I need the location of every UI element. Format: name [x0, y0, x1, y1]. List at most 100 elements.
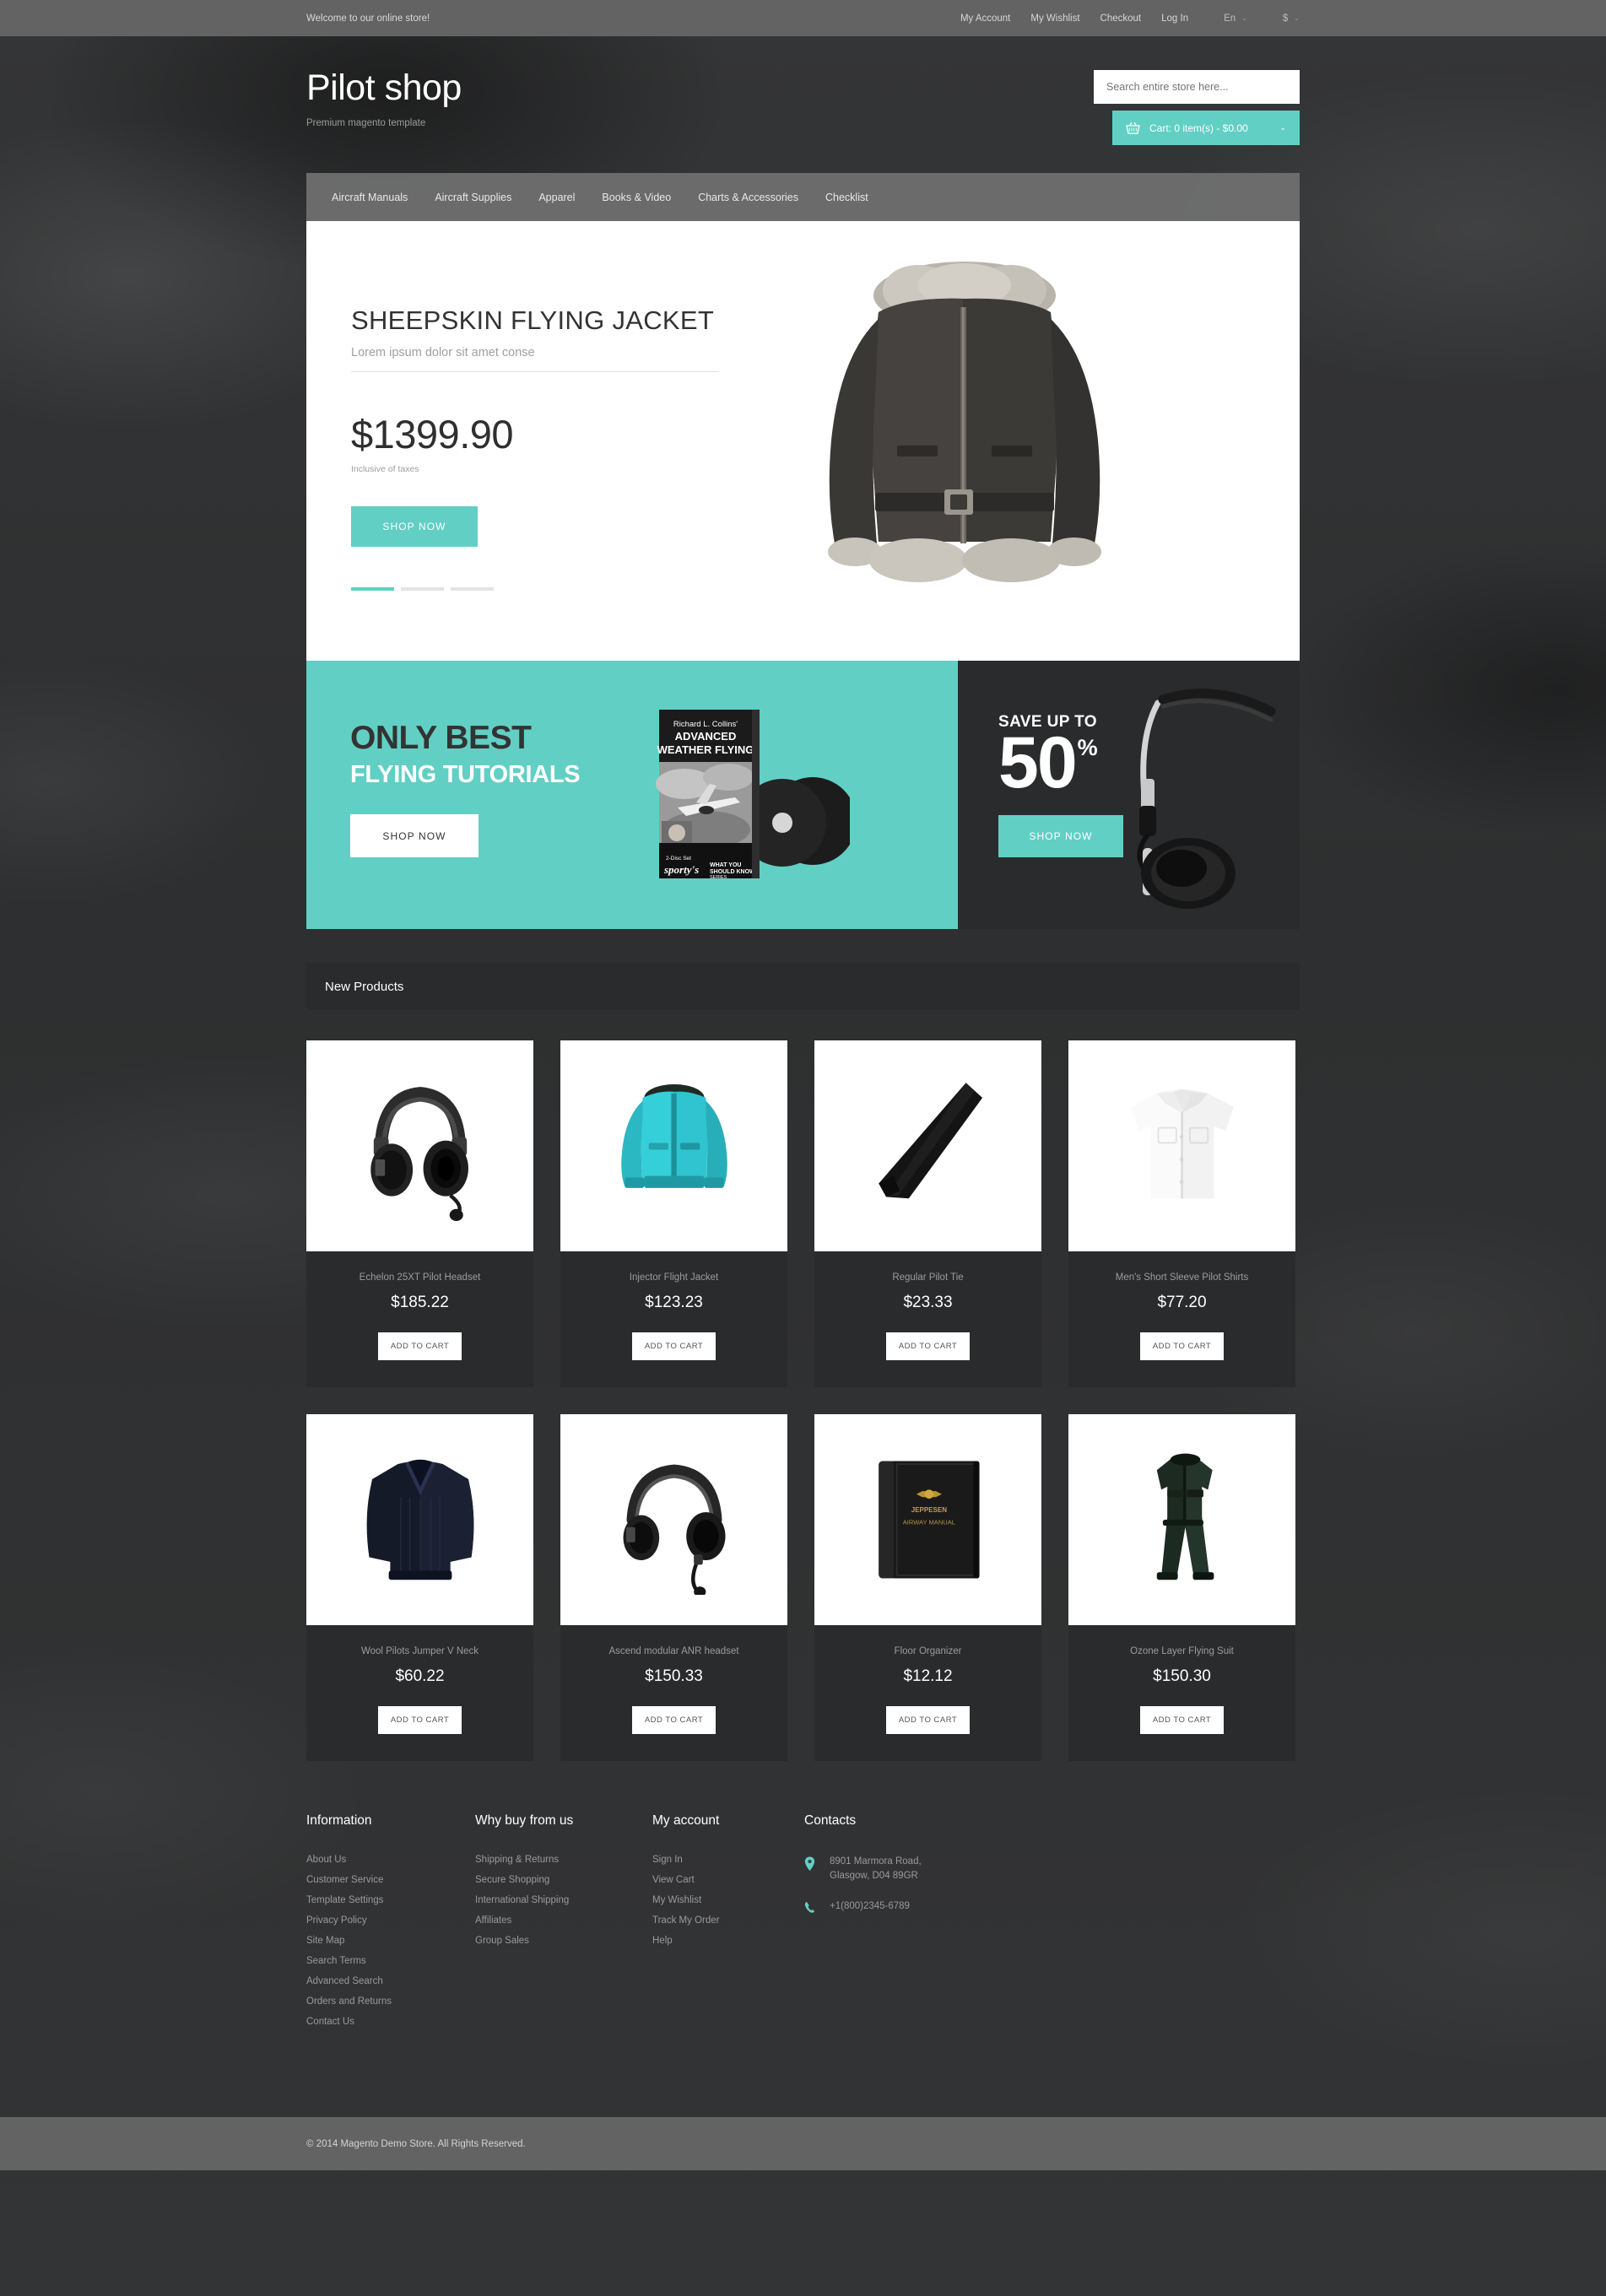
footer-link-sign-in[interactable]: Sign In: [652, 1855, 804, 1865]
footer-link-advanced-search[interactable]: Advanced Search: [306, 1976, 475, 1986]
footer-link-shipping-returns[interactable]: Shipping & Returns: [475, 1855, 652, 1865]
footer-link-international-shipping[interactable]: International Shipping: [475, 1895, 652, 1905]
svg-text:SERIES: SERIES: [710, 875, 727, 880]
product-name: Floor Organizer: [894, 1646, 962, 1656]
nav-item-apparel[interactable]: Apparel: [538, 192, 575, 203]
main-content: SHEEPSKIN FLYING JACKET Lorem ipsum dolo…: [0, 221, 1606, 1761]
add-to-cart-button[interactable]: ADD TO CART: [632, 1706, 716, 1734]
footer-link-template-settings[interactable]: Template Settings: [306, 1895, 475, 1905]
product-card[interactable]: JEPPESEN AIRWAY MANUAL Floor Organizer $…: [814, 1414, 1041, 1761]
hero-shop-now-button[interactable]: SHOP NOW: [351, 506, 478, 547]
product-image: [1068, 1040, 1295, 1251]
chevron-down-icon: ⌄: [1279, 123, 1286, 132]
product-card[interactable]: Wool Pilots Jumper V Neck $60.22 ADD TO …: [306, 1414, 533, 1761]
product-card[interactable]: Men's Short Sleeve Pilot Shirts $77.20 A…: [1068, 1040, 1295, 1387]
nav-item-checklist[interactable]: Checklist: [825, 192, 868, 203]
flying-suit-icon: [1156, 1453, 1214, 1580]
copyright-text: © 2014 Magento Demo Store. All Rights Re…: [306, 2138, 526, 2149]
add-to-cart-button[interactable]: ADD TO CART: [1140, 1706, 1224, 1734]
svg-text:AIRWAY MANUAL: AIRWAY MANUAL: [902, 1518, 954, 1526]
currency-value: $: [1282, 13, 1289, 24]
product-card[interactable]: Regular Pilot Tie $23.33 ADD TO CART: [814, 1040, 1041, 1387]
footer-link-orders-and-returns[interactable]: Orders and Returns: [306, 1996, 475, 2007]
slider-dot-2[interactable]: [401, 587, 444, 591]
footer-link-affiliates[interactable]: Affiliates: [475, 1915, 652, 1926]
promo-tutorials-shop-now-button[interactable]: SHOP NOW: [350, 814, 479, 857]
product-name: Wool Pilots Jumper V Neck: [360, 1646, 479, 1656]
topbar-link-log-in[interactable]: Log In: [1161, 14, 1188, 24]
promo-sale-shop-now-button[interactable]: SHOP NOW: [998, 815, 1123, 858]
product-price: $123.23: [645, 1294, 703, 1311]
add-to-cart-button[interactable]: ADD TO CART: [886, 1706, 970, 1734]
promo-banner-tutorials[interactable]: ONLY BEST FLYING TUTORIALS SHOP NOW Rich…: [306, 661, 958, 929]
basket-icon: [1126, 122, 1140, 134]
language-value: En: [1224, 13, 1236, 24]
slider-dot-1[interactable]: [351, 587, 394, 591]
product-card[interactable]: Ozone Layer Flying Suit $150.30 ADD TO C…: [1068, 1414, 1295, 1761]
nav-item-charts-accessories[interactable]: Charts & Accessories: [698, 192, 798, 203]
contact-phone: +1(800)2345-6789: [830, 1900, 910, 1911]
product-price: $150.33: [645, 1667, 703, 1685]
product-image: JEPPESEN AIRWAY MANUAL: [814, 1414, 1041, 1625]
footer-column-why-buy: Why buy from us Shipping & Returns Secur…: [475, 1813, 652, 2037]
nav-item-books-video[interactable]: Books & Video: [602, 192, 671, 203]
footer-column-contacts: Contacts 8901 Marmora Road, Glasgow, D04…: [804, 1813, 1057, 2037]
footer-link-group-sales[interactable]: Group Sales: [475, 1936, 652, 1946]
product-card[interactable]: Ascend modular ANR headset $150.33 ADD T…: [560, 1414, 787, 1761]
slider-dot-3[interactable]: [451, 587, 494, 591]
add-to-cart-button[interactable]: ADD TO CART: [378, 1332, 462, 1360]
add-to-cart-button[interactable]: ADD TO CART: [378, 1706, 462, 1734]
svg-text:JEPPESEN: JEPPESEN: [911, 1506, 946, 1514]
header-utilities: Cart: 0 item(s) - $0.00 ⌄: [1094, 70, 1300, 145]
svg-text:ADVANCED: ADVANCED: [675, 730, 737, 743]
sale-amount: 50: [998, 722, 1078, 803]
cart-button[interactable]: Cart: 0 item(s) - $0.00 ⌄: [1112, 111, 1300, 145]
nav-item-aircraft-supplies[interactable]: Aircraft Supplies: [435, 192, 511, 203]
footer-link-help[interactable]: Help: [652, 1936, 804, 1946]
product-image: [814, 1040, 1041, 1251]
headphones-image: [1137, 689, 1276, 909]
contact-phone-row: +1(800)2345-6789: [804, 1899, 1057, 1914]
topbar-link-my-account[interactable]: My Account: [960, 14, 1010, 24]
anr-headset-icon: [622, 1464, 726, 1595]
search-input[interactable]: [1094, 70, 1300, 104]
dvd-set-image: Richard L. Collins' ADVANCED WEATHER FLY…: [656, 710, 850, 880]
flight-jacket-icon: [620, 1084, 727, 1188]
language-selector[interactable]: En ⌄: [1224, 14, 1247, 24]
footer-link-privacy-policy[interactable]: Privacy Policy: [306, 1915, 475, 1926]
nav-item-aircraft-manuals[interactable]: Aircraft Manuals: [332, 192, 408, 203]
logo-block[interactable]: Pilot shop Premium magento template: [306, 70, 462, 129]
add-to-cart-button[interactable]: ADD TO CART: [886, 1332, 970, 1360]
footer-link-about-us[interactable]: About Us: [306, 1855, 475, 1865]
footer-link-contact-us[interactable]: Contact Us: [306, 2017, 475, 2027]
currency-selector[interactable]: $ ⌄: [1283, 14, 1300, 24]
add-to-cart-button[interactable]: ADD TO CART: [1140, 1332, 1224, 1360]
footer-link-search-terms[interactable]: Search Terms: [306, 1956, 475, 1966]
footer-heading: Contacts: [804, 1813, 857, 1828]
product-card[interactable]: Injector Flight Jacket $123.23 ADD TO CA…: [560, 1040, 787, 1387]
product-image: [306, 1414, 533, 1625]
wool-jumper-icon: [366, 1459, 473, 1580]
topbar-link-my-wishlist[interactable]: My Wishlist: [1030, 14, 1079, 24]
product-card[interactable]: Echelon 25XT Pilot Headset $185.22 ADD T…: [306, 1040, 533, 1387]
footer-link-secure-shopping[interactable]: Secure Shopping: [475, 1875, 652, 1885]
footer-link-my-wishlist[interactable]: My Wishlist: [652, 1895, 804, 1905]
hero-image-block: [728, 221, 1300, 661]
promo-banner-sale[interactable]: SAVE UP TO 50 % SHOP NOW: [958, 661, 1300, 929]
slider-pagination: [351, 587, 728, 591]
hero-title: SHEEPSKIN FLYING JACKET: [351, 305, 715, 335]
topbar-link-checkout[interactable]: Checkout: [1100, 14, 1142, 24]
main-navigation: Aircraft Manuals Aircraft Supplies Appar…: [306, 173, 1300, 221]
nav-wrapper: Aircraft Manuals Aircraft Supplies Appar…: [0, 173, 1606, 221]
footer-link-view-cart[interactable]: View Cart: [652, 1875, 804, 1885]
site-header: Pilot shop Premium magento template Cart…: [0, 36, 1606, 173]
footer-link-customer-service[interactable]: Customer Service: [306, 1875, 475, 1885]
product-price: $23.33: [903, 1294, 953, 1311]
footer-link-track-my-order[interactable]: Track My Order: [652, 1915, 804, 1926]
new-products-section-header: New Products: [306, 963, 1300, 1010]
svg-text:2-Disc Set: 2-Disc Set: [666, 856, 691, 862]
site-tagline: Premium magento template: [306, 118, 426, 128]
product-image: [560, 1040, 787, 1251]
footer-link-site-map[interactable]: Site Map: [306, 1936, 475, 1946]
add-to-cart-button[interactable]: ADD TO CART: [632, 1332, 716, 1360]
